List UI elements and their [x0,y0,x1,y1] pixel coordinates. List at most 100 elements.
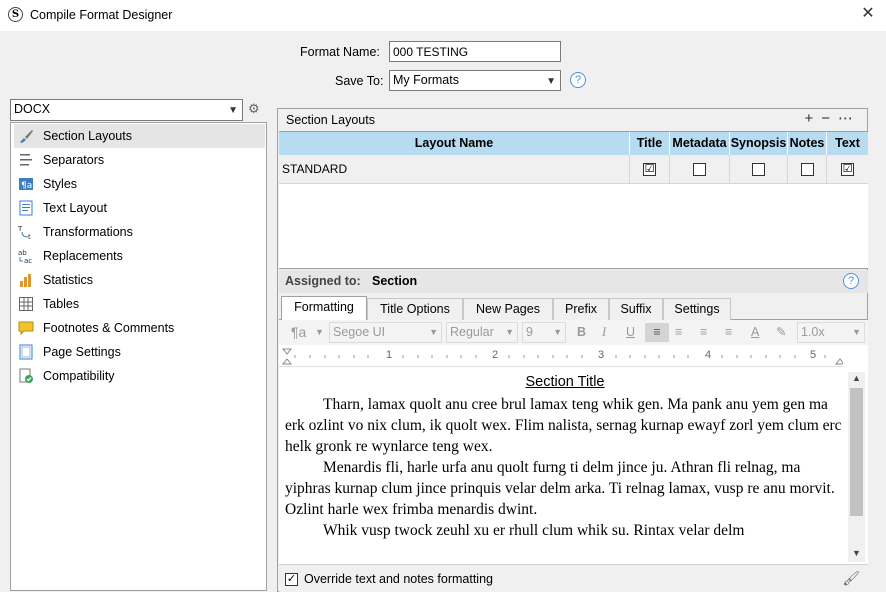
chevron-down-icon: ▼ [505,327,514,337]
sidebar-item-label: Styles [43,177,78,191]
section-layouts-header: Section Layouts [286,113,375,127]
page-icon [17,343,35,361]
sidebar-item-footnotes[interactable]: Footnotes & Comments [14,316,265,340]
font-weight-select[interactable]: Regular ▼ [446,322,518,343]
align-center-button[interactable]: ≡ [675,323,682,342]
font-family-select[interactable]: Segoe UI ▼ [329,322,442,343]
format-name-label: Format Name: [300,45,380,59]
tab-prefix[interactable]: Prefix [553,298,609,320]
font-size-value: 9 [526,325,533,339]
svg-text:ac: ac [24,257,32,264]
tab-formatting[interactable]: Formatting [281,296,367,321]
metadata-checkbox[interactable] [693,163,706,176]
preview-paragraph: Menardis fli, harle urfa anu quolt furng… [285,459,835,518]
sidebar-item-transformations[interactable]: Tt Transformations [14,220,265,244]
col-text[interactable]: Text [827,132,868,155]
formatting-toolbar: ¶a ▼ Segoe UI ▼ Regular ▼ 9 ▼ B I U ≡ ≡ ≡ ≡… [279,320,868,345]
align-right-button[interactable]: ≡ [725,323,732,342]
tab-new-pages[interactable]: New Pages [463,298,553,320]
ruler-mark: 2 [492,349,499,361]
brush-icon[interactable]: 🖌 [842,570,860,587]
sidebar-item-styles[interactable]: ¶a Styles [14,172,265,196]
synopsis-checkbox[interactable] [752,163,765,176]
preview-paragraph: Whik vusp twock zeuhl xu er rhull clum w… [323,522,745,539]
text-checkbox[interactable]: ☑ [841,163,854,176]
sidebar-item-label: Transformations [43,225,133,239]
table-row[interactable]: STANDARD ☑ ☑ [279,155,868,184]
text-layout-icon [17,199,35,217]
save-to-select[interactable]: My Formats ▼ [389,70,561,91]
align-left-button[interactable]: ≡ [645,323,669,342]
col-synopsis[interactable]: Synopsis [730,132,788,155]
col-metadata[interactable]: Metadata [670,132,730,155]
replace-icon: ab ac [17,247,35,265]
underline-button[interactable]: U [626,323,635,342]
help-icon[interactable]: ? [570,72,586,88]
preview-paragraph: Tharn, lamax quolt anu cree brul lamax t… [285,396,842,455]
highlight-icon[interactable]: ✎ [776,323,786,342]
add-icon[interactable]: + [804,110,821,127]
title-checkbox[interactable]: ☑ [643,163,656,176]
italic-button[interactable]: I [602,323,606,342]
layout-name-cell: STANDARD [279,155,630,184]
line-spacing-select[interactable]: 1.0x ▼ [797,322,865,343]
close-button[interactable]: ✕ [858,4,878,24]
bold-button[interactable]: B [577,323,586,342]
help-icon[interactable]: ? [843,273,859,289]
col-layout-name[interactable]: Layout Name [279,132,630,155]
comment-icon [17,319,35,337]
notes-checkbox[interactable] [800,163,814,176]
sidebar-item-label: Section Layouts [43,129,132,143]
chevron-down-icon[interactable]: ▼ [315,323,324,342]
scroll-thumb[interactable] [850,388,863,516]
sidebar-item-section-layouts[interactable]: Section Layouts [14,124,265,148]
tab-title-options[interactable]: Title Options [367,298,463,320]
tab-settings[interactable]: Settings [663,298,731,320]
assigned-value: Section [372,274,418,288]
remove-icon[interactable]: − [821,110,838,127]
text-color-icon[interactable]: A [751,323,759,342]
output-type-select[interactable]: DOCX ▼ [10,99,243,121]
more-icon[interactable]: ⋯ [838,110,861,127]
sidebar-item-text-layout[interactable]: Text Layout [14,196,265,220]
sidebar-item-label: Page Settings [43,345,121,359]
separator-icon [17,151,35,169]
override-option[interactable]: ✓ Override text and notes formatting [285,572,493,586]
font-size-select[interactable]: 9 ▼ [522,322,566,343]
sidebar-item-page-settings[interactable]: Page Settings [14,340,265,364]
col-title[interactable]: Title [630,132,670,155]
format-name-input[interactable] [389,41,561,62]
tab-bar: Formatting Title Options New Pages Prefi… [279,296,868,321]
sidebar-item-statistics[interactable]: Statistics [14,268,265,292]
col-notes[interactable]: Notes [788,132,827,155]
ruler-mark: 4 [705,349,712,361]
app-icon: S [8,7,23,22]
scroll-up-icon[interactable]: ▲ [852,373,861,383]
sidebar-item-label: Statistics [43,273,94,287]
override-checkbox[interactable]: ✓ [285,572,298,586]
statistics-icon [17,271,35,289]
sidebar-item-replacements[interactable]: ab ac Replacements [14,244,265,268]
transform-icon: Tt [17,223,35,241]
window-title: Compile Format Designer [30,8,173,22]
save-to-value: My Formats [393,73,459,87]
align-justify-button[interactable]: ≡ [700,323,707,342]
sidebar-item-compatibility[interactable]: Compatibility [14,364,265,388]
title-bar: S Compile Format Designer ✕ [0,0,886,31]
ruler[interactable]: 1 2 3 4 5 [279,346,843,367]
scroll-down-icon[interactable]: ▼ [852,548,861,558]
tab-suffix[interactable]: Suffix [609,298,663,320]
sidebar-item-tables[interactable]: Tables [14,292,265,316]
chevron-down-icon: ▼ [228,105,238,116]
sidebar-item-label: Footnotes & Comments [43,321,175,335]
sidebar: Section Layouts Separators ¶a Styles Tex… [10,122,267,591]
paragraph-style-icon[interactable]: ¶a [291,323,306,342]
sidebar-item-separators[interactable]: Separators [14,148,265,172]
override-label: Override text and notes formatting [304,572,493,586]
preview-text-area[interactable]: Section Title Tharn, lamax quolt anu cre… [285,372,845,562]
styles-icon: ¶a [17,175,35,193]
vertical-scrollbar[interactable]: ▲ ▼ [848,372,865,562]
table-icon [17,295,35,313]
ruler-ticks [281,348,843,365]
gear-icon[interactable]: ⚙ [248,101,260,117]
